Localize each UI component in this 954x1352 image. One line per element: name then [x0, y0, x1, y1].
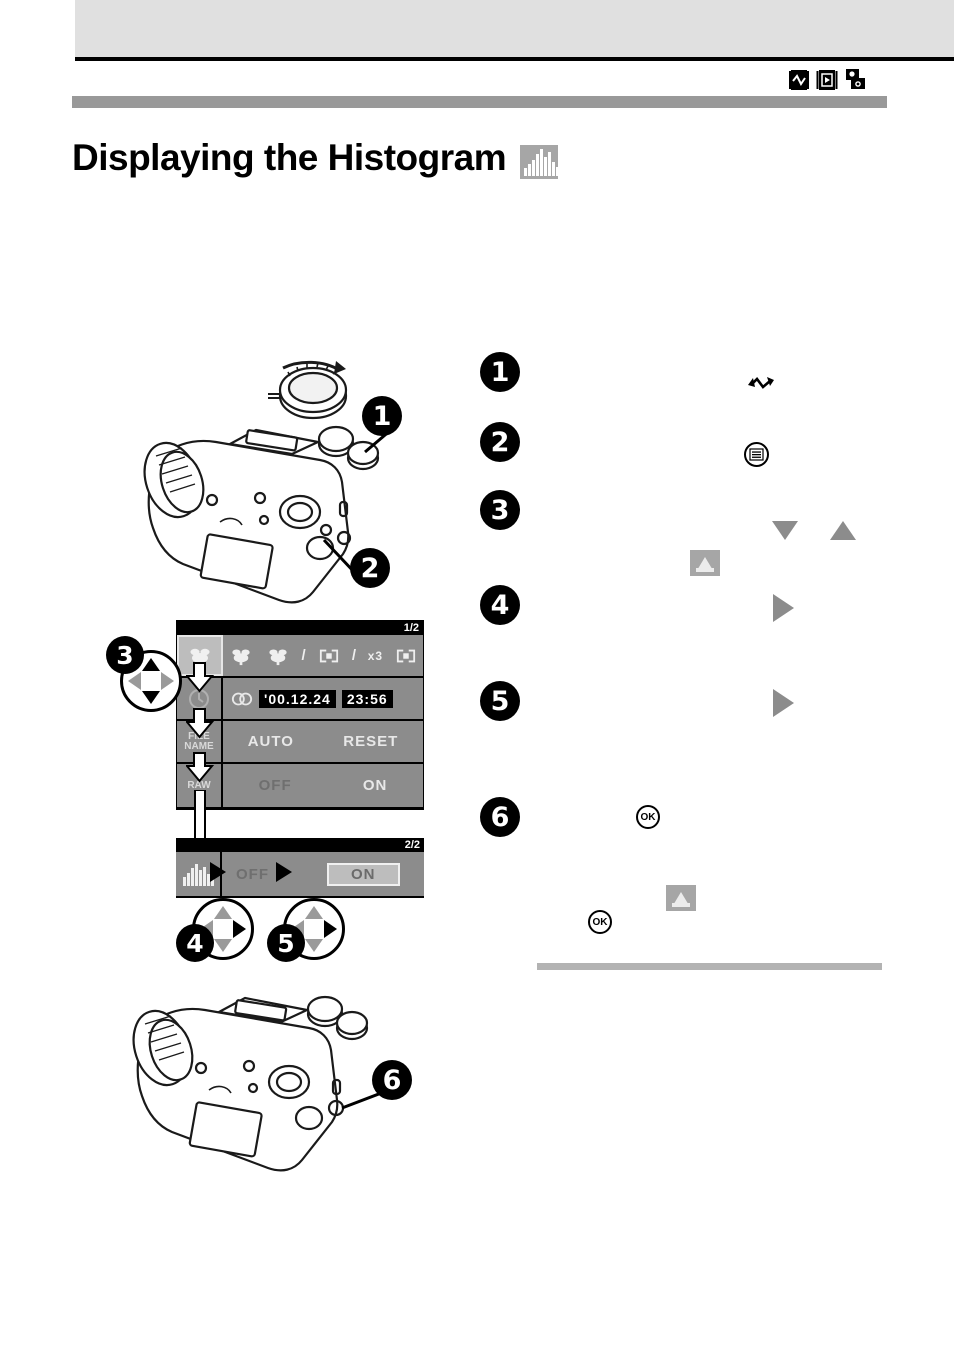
step-3-text	[536, 490, 900, 508]
pad5-up-arrow[interactable]	[305, 906, 323, 919]
step-4-number: 4	[480, 585, 520, 625]
pad3-right-arrow[interactable]	[161, 672, 174, 690]
histogram-box-icon	[666, 885, 696, 911]
page-title-text: Displaying the Histogram	[72, 136, 507, 178]
section-divider	[537, 963, 882, 970]
triangle-right-icon	[773, 689, 794, 717]
pad4-down-arrow[interactable]	[214, 939, 232, 952]
lcd1-filename-values: AUTO RESET	[223, 721, 423, 762]
callout-badge-3: 3	[106, 636, 144, 674]
lcd2-values: OFF ON	[222, 852, 424, 896]
step-5-text	[536, 681, 900, 699]
zoom-x3-label: x3	[367, 648, 384, 663]
calendar-icon	[231, 692, 253, 705]
step-1-text	[536, 352, 900, 370]
frame-icon	[396, 649, 415, 662]
title-accent-bar	[72, 96, 887, 108]
pad3-down-arrow[interactable]	[142, 691, 160, 704]
pad5-right-arrow[interactable]	[324, 920, 337, 938]
histogram-icon	[520, 144, 560, 179]
step-1-number: 1	[480, 352, 520, 392]
lcd1-raw-values: OFF ON	[223, 764, 423, 807]
ok-button-icon: OK	[588, 910, 612, 934]
lcd1-page-indicator: 1/2	[177, 621, 423, 635]
histogram-on-option[interactable]: ON	[327, 862, 400, 886]
triangle-right-icon	[773, 594, 794, 622]
playback-icon	[816, 68, 838, 92]
pad4-right-arrow[interactable]	[233, 920, 246, 938]
dial-waveform-icon	[788, 68, 810, 92]
filename-reset-option[interactable]: RESET	[343, 733, 398, 750]
pad5-down-arrow[interactable]	[305, 939, 323, 952]
flow-arrow-right-2	[276, 862, 292, 882]
step-6-number: 6	[480, 797, 520, 837]
pad3-up-arrow[interactable]	[142, 658, 160, 671]
callout-badge-6: 6	[372, 1060, 412, 1100]
lcd1-macro-values: / / x3	[223, 635, 423, 676]
frame-icon	[320, 649, 339, 662]
flow-arrow-down-2	[184, 708, 216, 745]
macro-flower-icon	[232, 648, 250, 665]
step-6: 6 OK OK	[480, 797, 900, 934]
slash-separator: /	[351, 647, 358, 664]
step-2-number: 2	[480, 422, 520, 462]
step-5: 5	[480, 681, 900, 797]
step-4-text	[536, 585, 900, 603]
page-title: Displaying the Histogram	[72, 136, 560, 179]
step-5-number: 5	[480, 681, 520, 721]
menu-button-icon	[744, 442, 769, 467]
header-band	[75, 0, 954, 57]
step-1: 1	[480, 352, 900, 422]
dial-rotate-icon	[745, 374, 777, 399]
pad4-up-arrow[interactable]	[214, 906, 232, 919]
triangle-up-icon	[830, 521, 856, 540]
triangle-down-icon	[772, 521, 798, 540]
flow-arrow-down-3	[184, 752, 216, 789]
raw-off-option[interactable]: OFF	[259, 777, 292, 794]
slash-separator: /	[301, 647, 307, 664]
step-2: 2	[480, 422, 900, 490]
mode-icon-group	[788, 68, 866, 92]
step-4: 4	[480, 585, 900, 681]
ok-button-icon: OK	[636, 805, 660, 829]
step-6-text	[536, 797, 900, 815]
callout-badge-2: 2	[350, 548, 390, 588]
dual-camera-icon	[844, 68, 866, 92]
step-3: 3	[480, 490, 900, 585]
time-value: 23:56	[341, 689, 393, 708]
raw-on-option[interactable]: ON	[363, 777, 388, 794]
pad3-left-arrow[interactable]	[128, 672, 141, 690]
flow-arrow-right-1	[210, 862, 226, 882]
filename-auto-option[interactable]: AUTO	[248, 733, 294, 750]
step-list: 1 2 3 4 5 6 OK OK	[480, 352, 900, 934]
step-2-text	[536, 422, 900, 440]
header-rule	[75, 57, 954, 61]
flow-arrow-down-1	[186, 662, 215, 693]
step-3-number: 3	[480, 490, 520, 530]
callout-badge-1: 1	[362, 396, 402, 436]
date-value: '00.12.24	[259, 689, 336, 708]
macro-flower-icon	[269, 648, 287, 665]
lcd1-datetime-values: '00.12.24 23:56	[223, 678, 423, 719]
lcd2-page-indicator: 2/2	[176, 838, 424, 852]
callout-badge-5: 5	[267, 924, 305, 962]
histogram-off-option[interactable]: OFF	[236, 866, 269, 883]
histogram-box-icon	[690, 550, 720, 576]
callout-badge-4: 4	[176, 924, 214, 962]
